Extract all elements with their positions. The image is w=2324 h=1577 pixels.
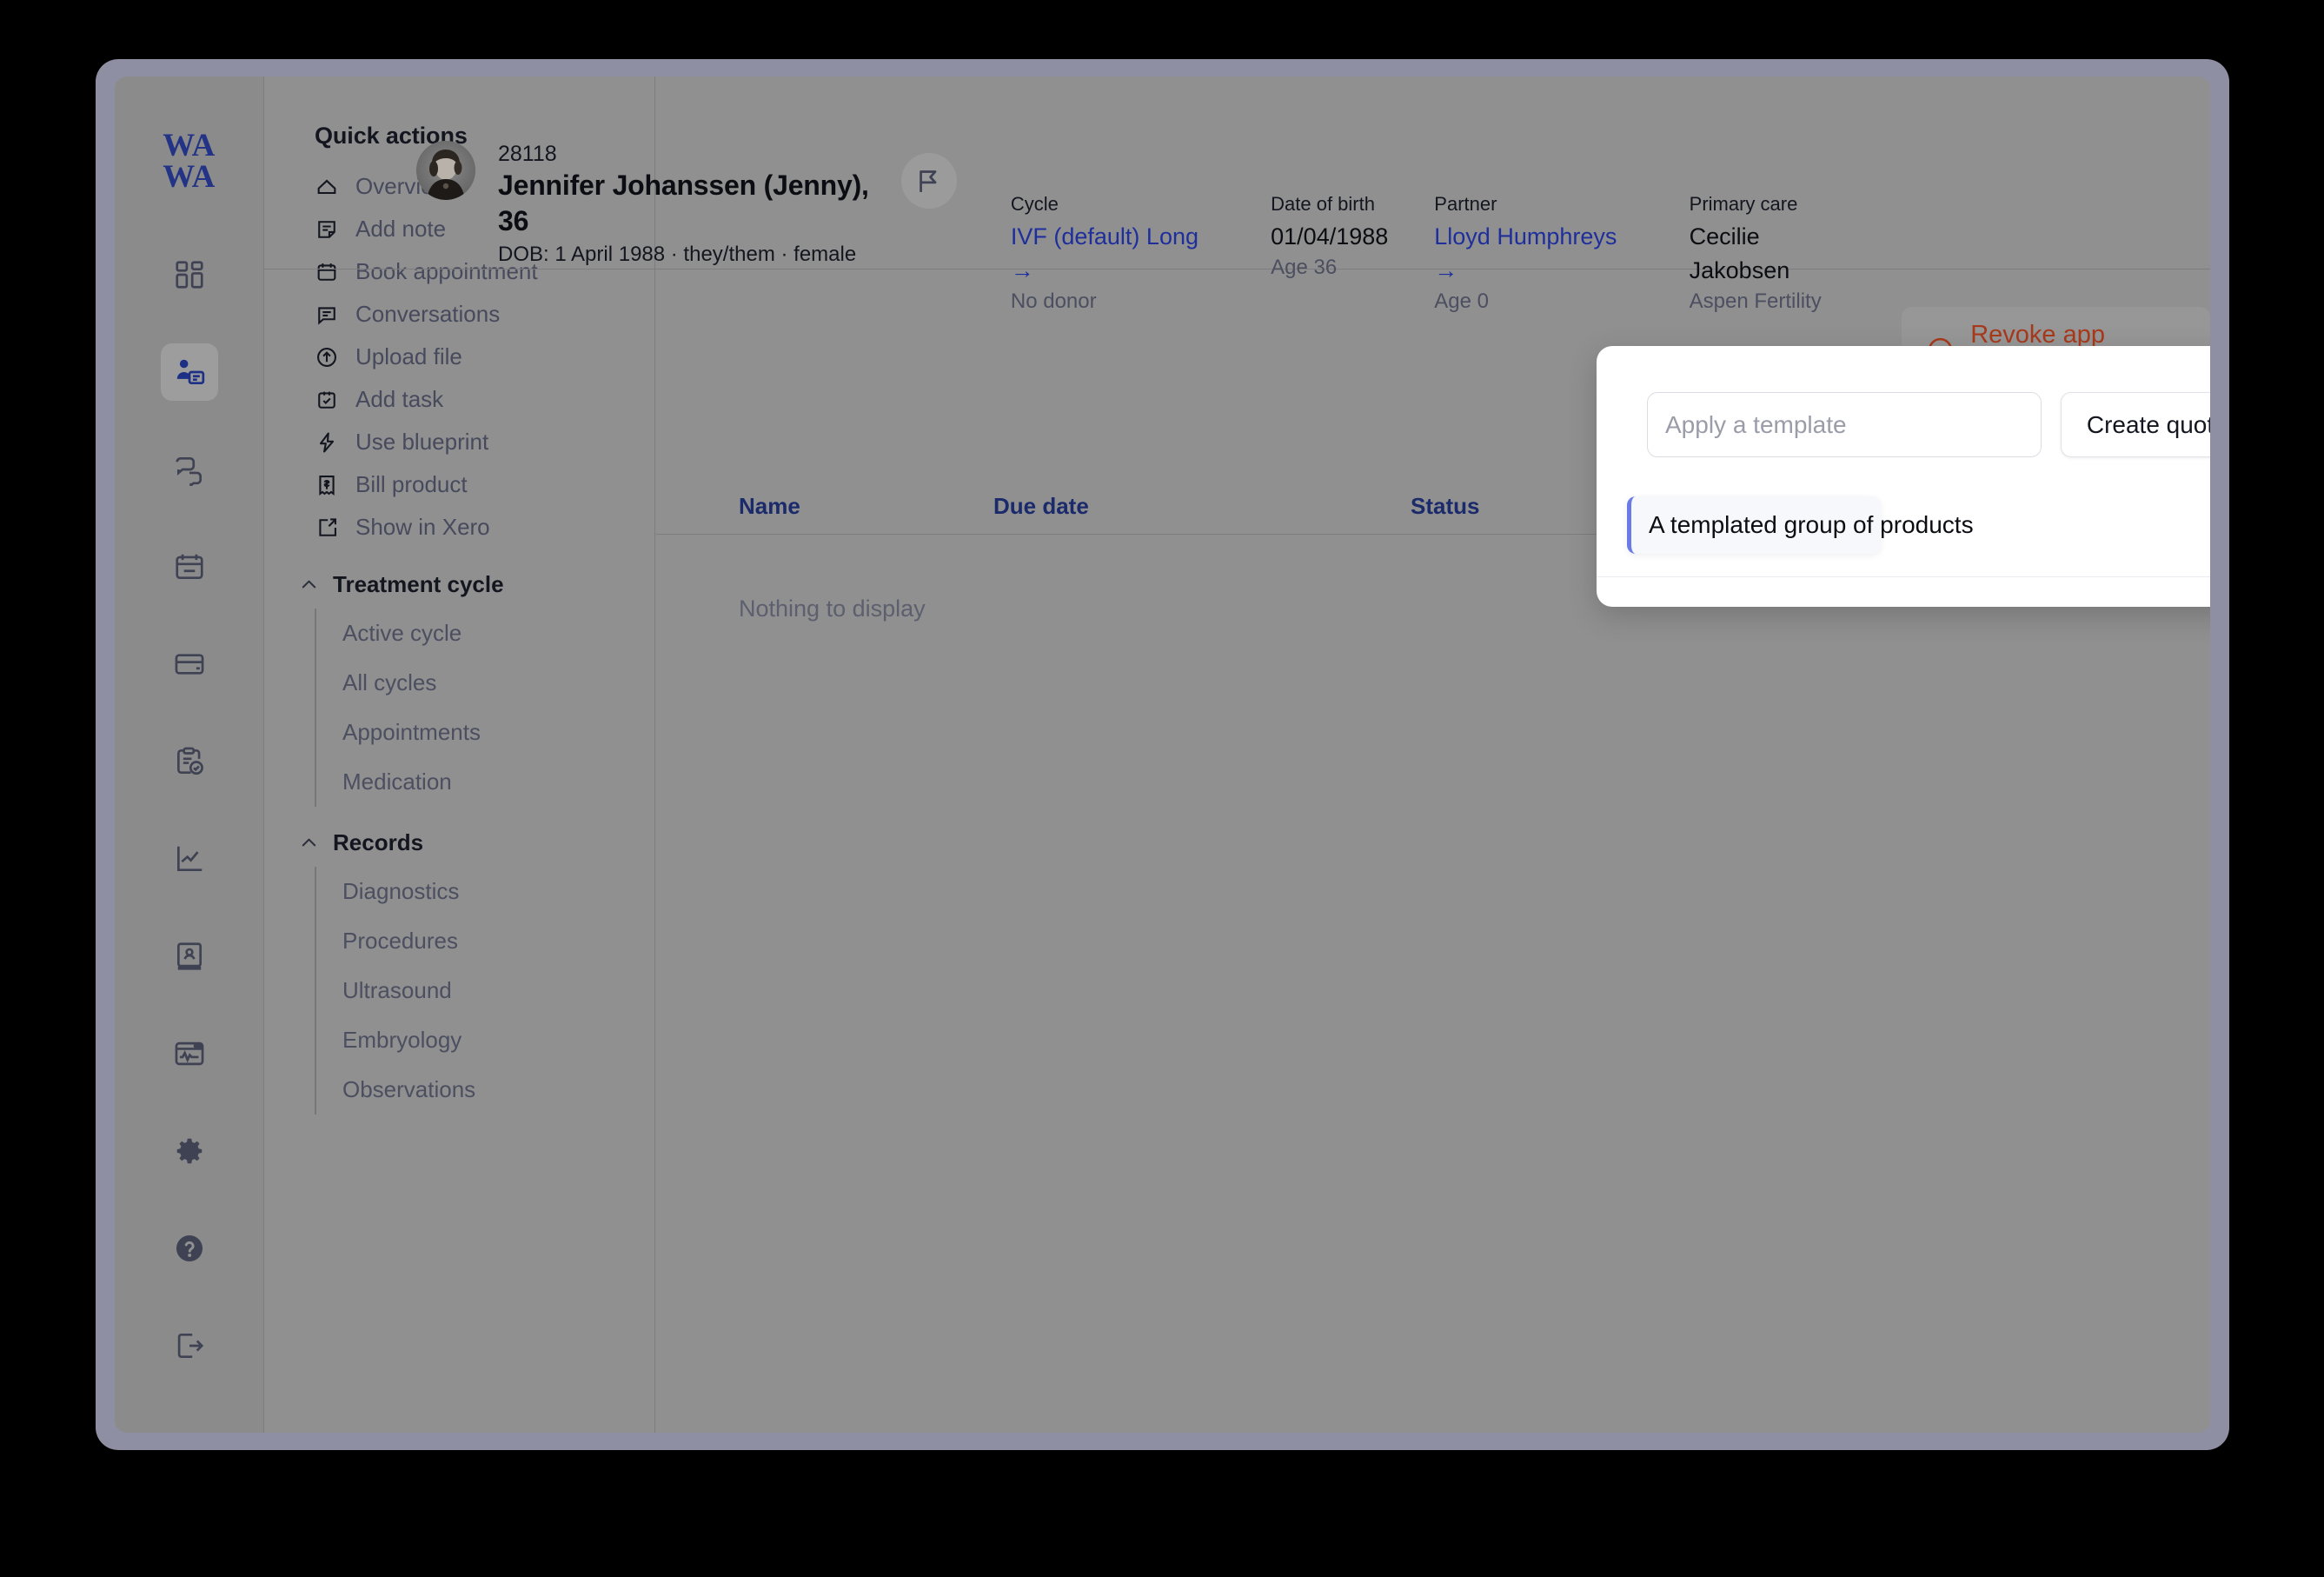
quick-action-label: Use blueprint — [355, 429, 488, 456]
flag-badge[interactable] — [901, 153, 957, 209]
rail-item-tasks[interactable] — [161, 733, 218, 790]
section-title: Records — [333, 829, 423, 856]
rail-item-dashboard[interactable] — [161, 246, 218, 303]
icon-rail: WA WA — [115, 77, 264, 1433]
app-window-frame: WA WA — [96, 59, 2229, 1450]
external-link-icon — [315, 516, 339, 540]
sidebar-item-embryology[interactable]: Embryology — [342, 1015, 654, 1065]
patient-record-icon — [173, 356, 206, 389]
header-field-date-of-birth: Date of birth 01/04/1988 Age 36 — [1271, 192, 1388, 281]
rail-item-logout[interactable] — [161, 1317, 218, 1374]
analytics-icon — [173, 842, 206, 875]
section-items-treatment-cycle: Active cycle All cycles Appointments Med… — [315, 609, 654, 807]
directory-icon — [173, 940, 206, 973]
flag-icon — [914, 167, 943, 196]
quick-action-label: Bill product — [355, 471, 468, 498]
section-title: Treatment cycle — [333, 571, 504, 598]
brand-logo: WA WA — [163, 130, 216, 192]
brand-logo-line1: WA — [163, 130, 216, 162]
section-items-records: Diagnostics Procedures Ultrasound Embryo… — [315, 867, 654, 1115]
rail-item-conversations[interactable] — [161, 441, 218, 498]
settings-gear-icon — [173, 1135, 206, 1168]
field-label: Date of birth — [1271, 192, 1388, 217]
field-value: 01/04/1988 — [1271, 220, 1388, 254]
rail-item-patients[interactable] — [161, 343, 218, 401]
chevron-up-icon — [299, 833, 319, 853]
rail-item-directory[interactable] — [161, 928, 218, 985]
field-label: Primary care — [1690, 192, 1864, 217]
logout-icon — [173, 1329, 206, 1362]
quick-action-label: Add task — [355, 386, 443, 413]
rail-icon-list — [161, 246, 218, 1414]
clipboard-check-icon — [173, 745, 206, 778]
sidebar-section-treatment-cycle: Treatment cycle Active cycle All cycles … — [264, 571, 654, 807]
task-check-icon — [315, 388, 339, 412]
help-circle-icon — [173, 1232, 206, 1265]
lightning-icon — [315, 430, 339, 455]
popover-controls: Create quote — [1597, 346, 2210, 457]
patient-id: 28118 — [498, 141, 901, 168]
rail-item-help[interactable] — [161, 1220, 218, 1277]
upload-circle-icon — [315, 345, 339, 369]
quick-action-add-task[interactable]: Add task — [264, 378, 654, 421]
patient-details: 28118 Jennifer Johanssen (Jenny), 36 DOB… — [498, 141, 901, 269]
sidebar-item-active-cycle[interactable]: Active cycle — [342, 609, 654, 658]
quick-action-upload-file[interactable]: Upload file — [264, 336, 654, 378]
quick-action-conversations[interactable]: Conversations — [264, 293, 654, 336]
chevron-up-icon — [299, 575, 319, 595]
popover-divider — [1597, 576, 2210, 577]
rail-item-settings[interactable] — [161, 1122, 218, 1180]
patient-summary: 28118 Jennifer Johanssen (Jenny), 36 DOB… — [264, 77, 901, 269]
apply-template-popover: Create quote A templated group of produc… — [1597, 346, 2210, 607]
sidebar-item-observations[interactable]: Observations — [342, 1065, 654, 1115]
conversations-icon — [173, 453, 206, 486]
app-root: WA WA — [115, 77, 2210, 1433]
section-header-treatment-cycle[interactable]: Treatment cycle — [264, 571, 654, 598]
sidebar-item-procedures[interactable]: Procedures — [342, 916, 654, 966]
quick-action-label: Show in Xero — [355, 514, 490, 541]
calendar-icon — [173, 550, 206, 583]
rail-item-calendar[interactable] — [161, 538, 218, 596]
quick-action-label: Upload file — [355, 343, 462, 370]
rail-item-analytics[interactable] — [161, 830, 218, 888]
quick-action-label: Conversations — [355, 301, 500, 328]
sidebar-section-records: Records Diagnostics Procedures Ultrasoun… — [264, 829, 654, 1115]
rail-item-billing[interactable] — [161, 635, 218, 693]
monitoring-icon — [173, 1037, 206, 1070]
sidebar-item-diagnostics[interactable]: Diagnostics — [342, 867, 654, 916]
create-quote-button[interactable]: Create quote — [2061, 392, 2210, 457]
app-window: WA WA — [115, 77, 2210, 1433]
brand-logo-line2: WA — [163, 162, 216, 193]
avatar — [416, 141, 475, 200]
column-header-due-date[interactable]: Due date — [993, 493, 1411, 534]
sidebar-item-appointments[interactable]: Appointments — [342, 708, 654, 757]
sidebar-item-all-cycles[interactable]: All cycles — [342, 658, 654, 708]
receipt-dollar-icon — [315, 473, 339, 497]
page-title: Jennifer Johanssen (Jenny), 36 — [498, 168, 901, 239]
patient-sidebar: Quick actions Overview Add note — [264, 77, 655, 1433]
column-header-name[interactable]: Name — [656, 493, 993, 534]
sidebar-item-ultrasound[interactable]: Ultrasound — [342, 966, 654, 1015]
apply-template-input[interactable] — [1647, 392, 2042, 457]
field-label: Partner — [1434, 192, 1643, 217]
dashboard-icon — [173, 258, 206, 291]
quick-action-show-in-xero[interactable]: Show in Xero — [264, 506, 654, 549]
template-suggestion-label: A templated group of products — [1631, 511, 1974, 539]
patient-header: 28118 Jennifer Johanssen (Jenny), 36 DOB… — [264, 77, 2210, 269]
patient-meta: DOB: 1 April 1988 · they/them · female — [498, 241, 901, 269]
template-suggestion-item[interactable]: A templated group of products — [1627, 496, 1881, 554]
sidebar-item-medication[interactable]: Medication — [342, 757, 654, 807]
field-label: Cycle — [1011, 192, 1225, 217]
rail-item-monitoring[interactable] — [161, 1025, 218, 1082]
message-icon — [315, 303, 339, 327]
section-header-records[interactable]: Records — [264, 829, 654, 856]
quick-action-bill-product[interactable]: Bill product — [264, 463, 654, 506]
billing-card-icon — [173, 648, 206, 681]
quick-action-use-blueprint[interactable]: Use blueprint — [264, 421, 654, 463]
